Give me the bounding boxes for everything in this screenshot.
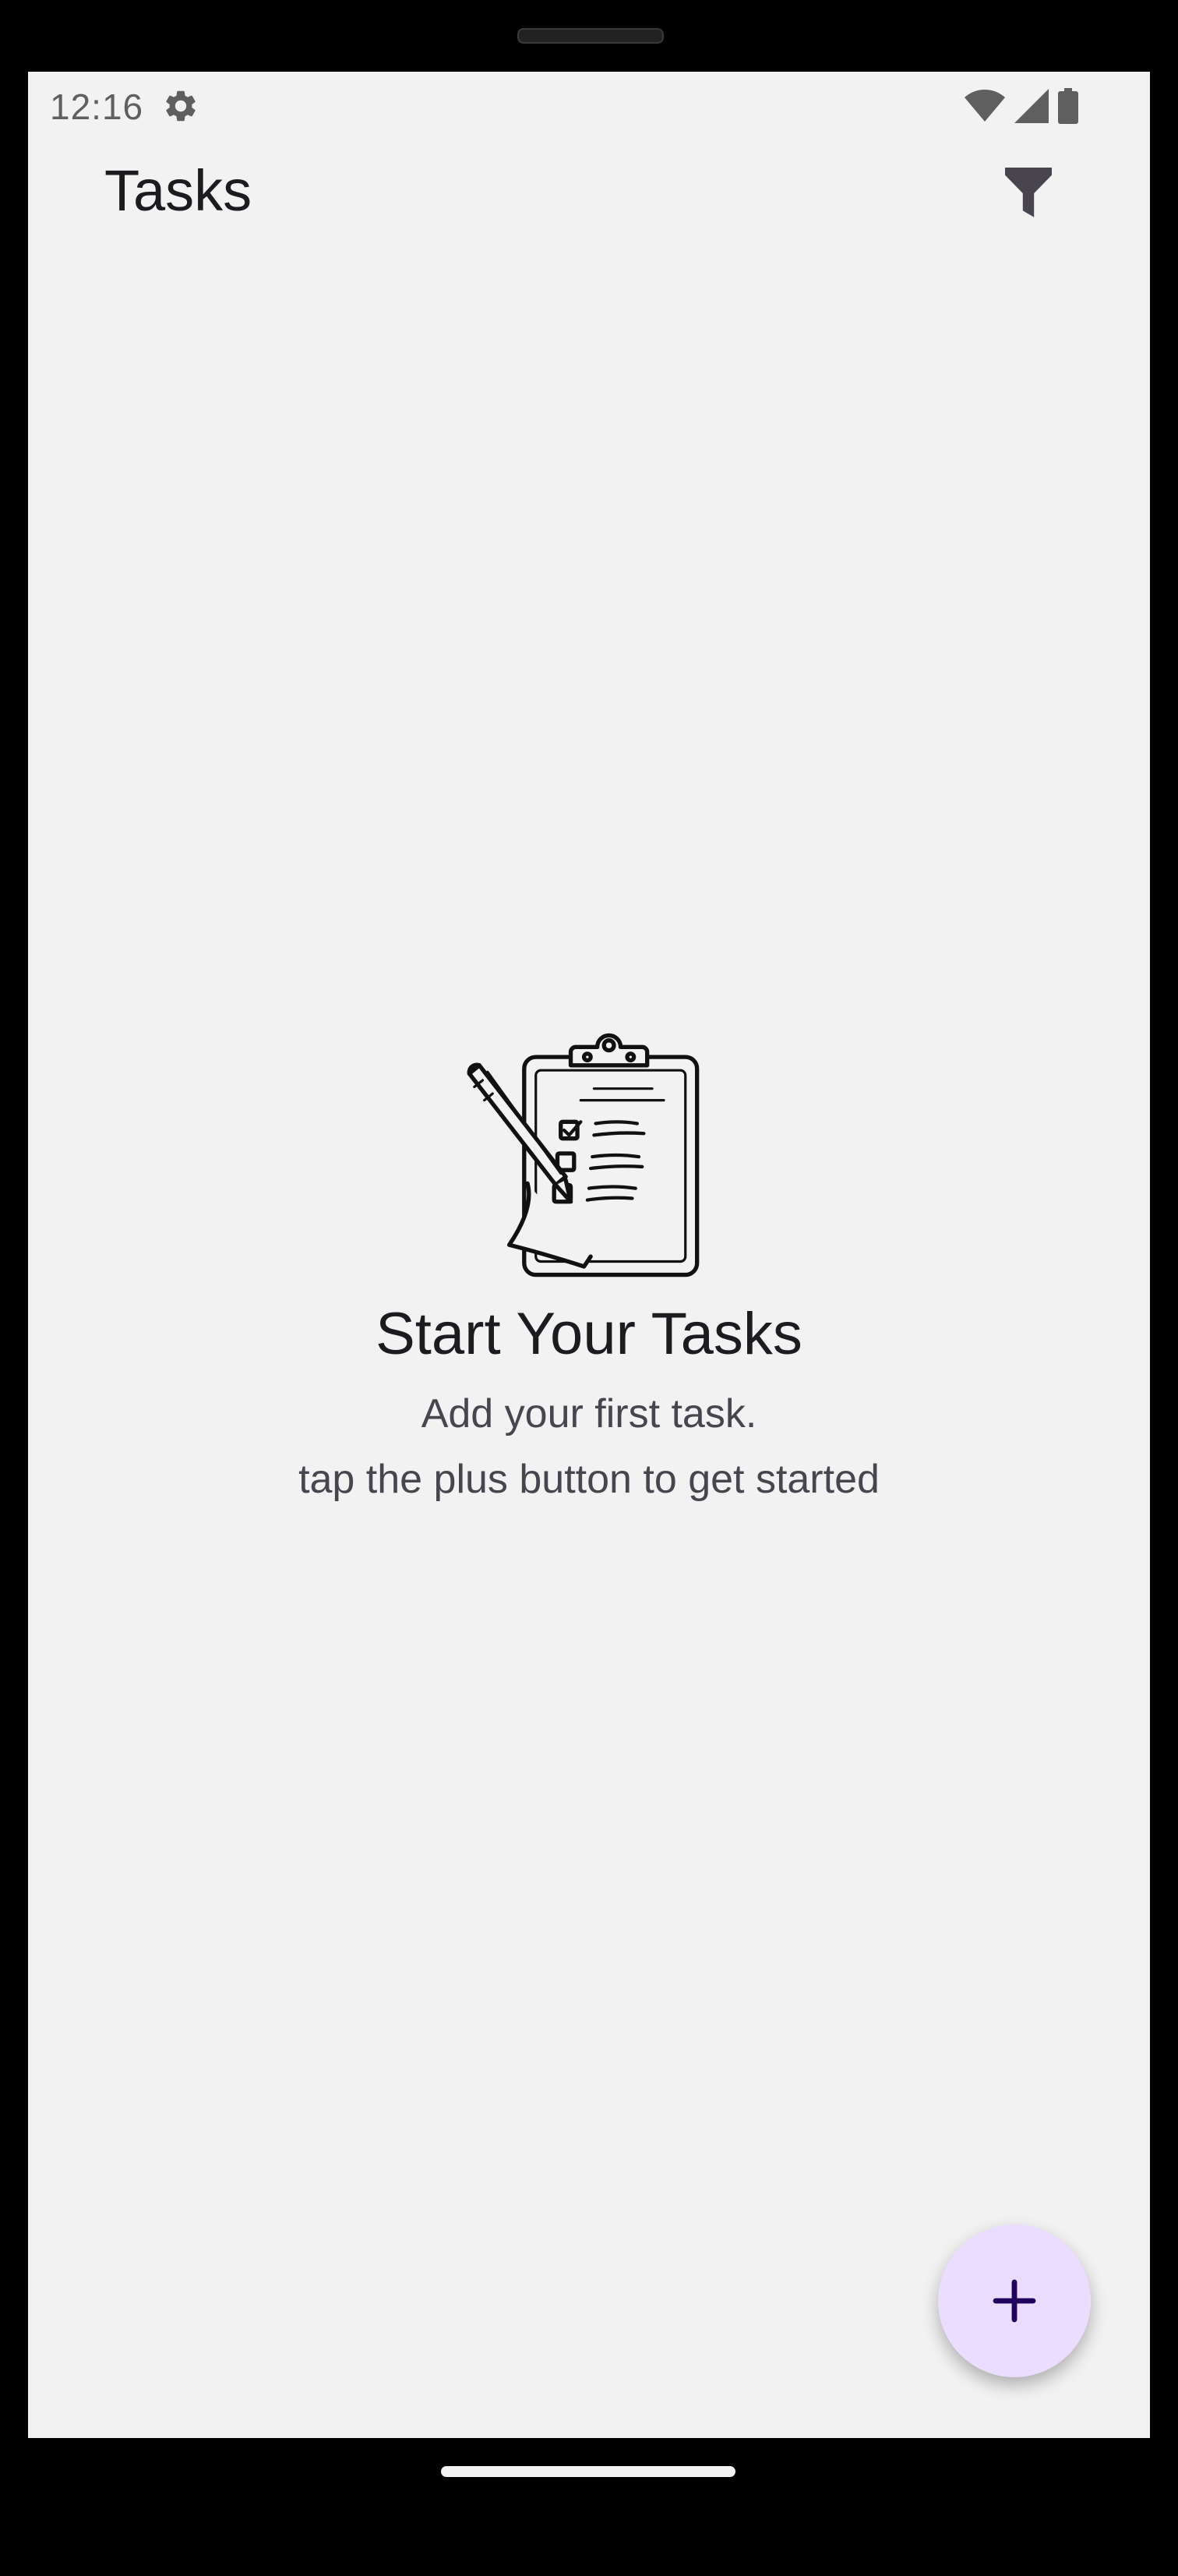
gear-icon [166, 90, 196, 122]
wifi-icon [965, 90, 1005, 122]
status-bar: 12:16 [28, 72, 1150, 139]
app-screen: 12:16 Tasks Start Your Tasks Add your fi… [28, 72, 1150, 2438]
empty-state-subtitle-line1: Add your first task. [421, 1390, 757, 1436]
earpiece-speaker [517, 28, 664, 44]
home-indicator[interactable] [441, 2466, 735, 2477]
page-title: Tasks [104, 158, 252, 223]
clipboard-checklist-icon [467, 1033, 700, 1277]
top-app-bar: Tasks [28, 139, 1150, 256]
status-icons [965, 87, 1078, 125]
filter-icon [1005, 168, 1052, 217]
signal-icon [1014, 89, 1049, 123]
device-frame: 12:16 Tasks Start Your Tasks Add your fi… [0, 0, 1178, 2576]
filter-button[interactable] [989, 154, 1067, 232]
empty-state-subtitle-line2: tap the plus button to get started [298, 1456, 880, 1502]
status-time: 12:16 [50, 87, 144, 127]
battery-icon [1058, 88, 1078, 124]
plus-icon [993, 2279, 1036, 2323]
empty-state-subtitle: Add your first task. tap the plus button… [28, 1381, 1150, 1512]
empty-state-title: Start Your Tasks [376, 1301, 802, 1367]
empty-state: Start Your Tasks Add your first task. ta… [28, 1030, 1150, 1512]
add-task-button[interactable] [938, 2224, 1091, 2377]
